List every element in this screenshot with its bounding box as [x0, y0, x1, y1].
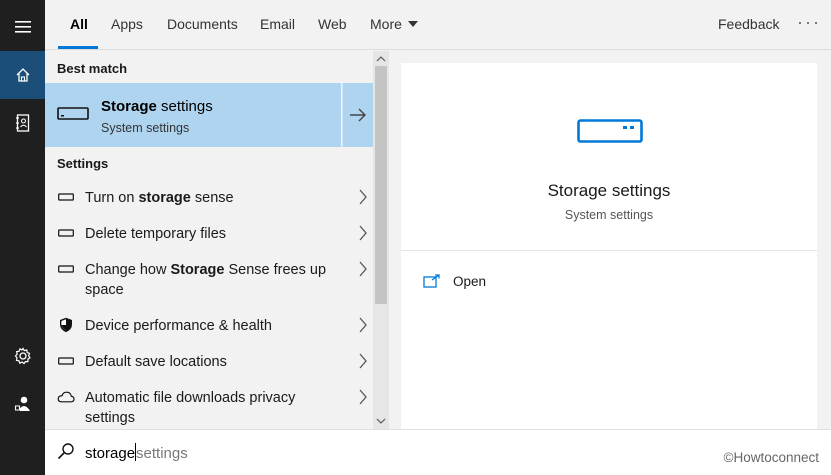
tab-apps[interactable]: Apps	[111, 0, 143, 50]
best-match-subtitle: System settings	[101, 121, 190, 135]
preview-subtitle: System settings	[564, 208, 654, 222]
menu-icon	[14, 21, 31, 33]
tab-more[interactable]: More	[370, 0, 418, 50]
menu-button[interactable]	[0, 3, 45, 51]
chevron-up-icon[interactable]	[376, 54, 386, 64]
list-item-label: Device performance & health	[85, 318, 272, 334]
home-icon	[16, 68, 29, 82]
more-options-icon[interactable]: ···	[797, 0, 821, 50]
chevron-right-icon	[359, 261, 367, 277]
watermark: ©Howtoconnect	[723, 450, 820, 465]
open-external-icon	[423, 274, 440, 288]
best-match-title: Storage settings	[101, 98, 213, 115]
chevron-right-icon	[359, 389, 367, 405]
chevron-right-icon	[359, 317, 367, 333]
tab-email[interactable]: Email	[260, 0, 295, 50]
list-item-label: Default save locations	[85, 354, 227, 370]
best-match-header: Best match	[57, 61, 128, 76]
active-tab-indicator	[58, 46, 98, 49]
person-icon	[14, 396, 30, 411]
storage-icon	[57, 351, 75, 371]
storage-icon	[57, 187, 75, 207]
arrow-right-icon	[350, 108, 366, 122]
results-scrollbar[interactable]	[373, 51, 389, 429]
chevron-right-icon	[359, 353, 367, 369]
list-item-label: Delete temporary files	[85, 226, 227, 242]
search-autocomplete-hint: settings	[136, 445, 188, 462]
storage-icon	[57, 259, 75, 279]
list-item-label: Change how Storage Sense frees up space	[85, 262, 327, 298]
chevron-down-icon[interactable]	[376, 416, 386, 426]
tab-web[interactable]: Web	[318, 0, 347, 50]
feedback-link[interactable]: Feedback	[718, 0, 779, 50]
chevron-down-icon	[407, 21, 418, 27]
search-icon	[57, 443, 74, 460]
cloud-icon	[57, 387, 75, 407]
settings-header: Settings	[57, 156, 109, 171]
open-label: Open	[453, 273, 487, 289]
tab-documents[interactable]: Documents	[167, 0, 238, 50]
storage-icon	[577, 119, 643, 143]
preview-pane: Storage settings System settings Open	[401, 63, 817, 429]
tab-more-label: More	[370, 16, 402, 32]
notebook-button[interactable]	[0, 99, 45, 147]
best-match-item[interactable]: Storage settings System settings	[45, 83, 341, 147]
chevron-right-icon	[359, 189, 367, 205]
search-input[interactable]: storagesettings	[85, 443, 188, 462]
notebook-icon	[15, 114, 29, 132]
gear-icon	[14, 347, 31, 365]
settings-button[interactable]	[0, 332, 45, 380]
preview-header: Storage settings System settings	[401, 63, 817, 251]
scrollbar-thumb[interactable]	[375, 66, 387, 304]
open-action[interactable]: Open	[423, 270, 486, 292]
search-typed-text: storage	[85, 445, 136, 462]
chevron-right-icon	[359, 225, 367, 241]
home-button[interactable]	[0, 51, 45, 99]
search-box[interactable]: storagesettings ©Howtoconnect	[45, 429, 831, 475]
list-item-label: Turn on storage sense	[85, 190, 234, 206]
account-button[interactable]	[0, 380, 45, 428]
left-rail	[0, 0, 45, 475]
storage-icon	[57, 223, 75, 243]
list-item-label: Automatic file downloads privacy setting…	[85, 390, 296, 426]
results-list: Best match Storage settings System setti…	[45, 51, 373, 429]
tab-all[interactable]: All	[70, 0, 88, 50]
shield-icon	[57, 315, 75, 335]
preview-title: Storage settings	[547, 181, 671, 200]
search-scope-tabs: All Apps Documents Email Web More Feedba…	[45, 0, 831, 50]
open-preview-button[interactable]	[342, 83, 373, 147]
storage-icon	[57, 107, 89, 120]
